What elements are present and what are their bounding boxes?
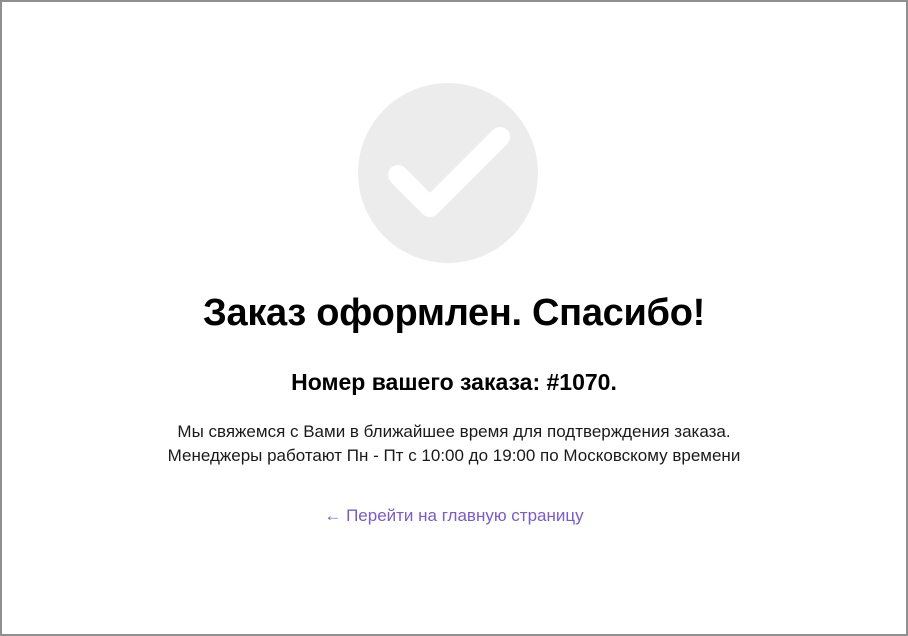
contact-info-line-1: Мы свяжемся с Вами в ближайшее время для… [177,422,731,441]
page-title: Заказ оформлен. Спасибо! [203,292,705,334]
home-link-container: ← Перейти на главную страницу [2,504,906,528]
page-frame: Заказ оформлен. Спасибо! Номер вашего за… [0,0,908,636]
order-number-text: Номер вашего заказа: #1070. [291,369,617,395]
contact-info: Мы свяжемся с Вами в ближайшее время для… [2,420,906,468]
go-to-home-link[interactable]: ← Перейти на главную страницу [324,506,583,525]
success-checkmark-icon [358,83,538,263]
contact-info-line-2: Менеджеры работают Пн - Пт с 10:00 до 19… [167,446,741,465]
checkmark-icon [388,127,510,217]
